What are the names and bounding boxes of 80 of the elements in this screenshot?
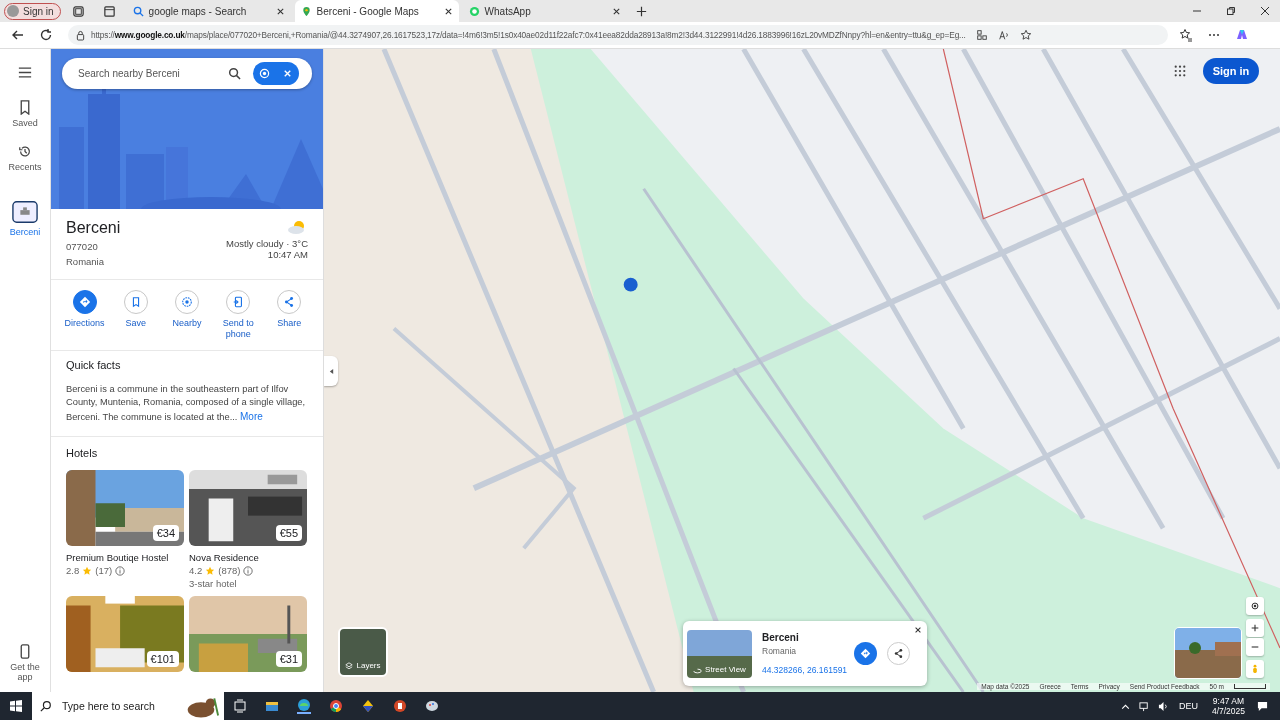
taskbar-search-box[interactable]: Type here to search (32, 692, 224, 720)
search-icon (40, 700, 52, 712)
phone-icon (18, 644, 32, 659)
paint-icon[interactable] (425, 699, 439, 713)
chat-icon (468, 5, 480, 17)
network-icon[interactable] (1138, 700, 1150, 712)
sidebar-item[interactable]: Recents (8, 144, 42, 172)
task-view-icon[interactable] (233, 699, 247, 713)
favorites-icon[interactable] (1179, 28, 1193, 42)
country: Romania (66, 256, 106, 267)
chrome-icon[interactable] (329, 699, 343, 713)
close-icon[interactable] (275, 6, 285, 16)
more-link[interactable]: More (240, 410, 263, 422)
price-badge: €31 (275, 651, 302, 668)
diamond-app-icon[interactable] (361, 699, 375, 713)
rating-value: 2.8 (66, 565, 80, 577)
restore-icon[interactable] (1226, 6, 1236, 16)
workspaces-icon[interactable] (71, 4, 85, 18)
share-icon (283, 296, 296, 308)
profile-button[interactable]: Sign in (4, 2, 61, 20)
copilot-icon[interactable] (1235, 28, 1249, 42)
close-icon[interactable] (443, 6, 453, 16)
section-heading: Quick facts (66, 358, 122, 371)
local-time: 10:47 AM (267, 249, 308, 260)
clock[interactable]: 9:47 AM 4/7/2025 (1211, 696, 1245, 716)
star-icon (82, 565, 93, 576)
back-icon[interactable] (11, 28, 25, 42)
hotel-name[interactable]: Nova Residence (189, 552, 307, 564)
weather-text: Mostly cloudy · 3°C (226, 238, 308, 249)
folder-icon[interactable] (265, 699, 279, 713)
powerpoint-icon[interactable] (393, 699, 407, 713)
sidebar-item[interactable]: Berceni (9, 188, 41, 237)
history-icon (18, 144, 32, 159)
star-icon[interactable] (1019, 29, 1032, 41)
info-icon[interactable] (115, 565, 126, 576)
close-icon[interactable] (611, 6, 621, 16)
notification-icon[interactable] (1257, 700, 1268, 712)
hotel-name[interactable]: Premium Boutiqe Hostel (66, 552, 184, 564)
rating-value: 4.2 (189, 565, 203, 577)
tab-actions-icon[interactable] (102, 4, 116, 18)
new-tab-icon[interactable] (634, 4, 648, 18)
nearby-button[interactable]: Nearby (163, 290, 210, 340)
map-pin-icon (300, 5, 312, 17)
lock-icon (76, 29, 85, 41)
share-button[interactable]: Share (266, 290, 313, 340)
close-icon[interactable] (1260, 6, 1270, 16)
browser-tab[interactable]: WhatsApp (462, 0, 627, 22)
browser-icon[interactable] (297, 698, 311, 714)
directions-icon (78, 296, 91, 308)
get-app-link[interactable]: Get the app (5, 644, 45, 682)
send-to-phone-icon (232, 296, 245, 308)
info-icon[interactable] (243, 565, 254, 576)
directions-button[interactable]: Directions (61, 290, 108, 340)
browser-tab[interactable]: google maps - Search (126, 0, 291, 22)
price-badge: €55 (275, 525, 302, 542)
read-aloud-icon[interactable] (997, 29, 1010, 41)
sidebar-item[interactable]: Saved (12, 100, 38, 128)
menu-icon[interactable] (18, 67, 32, 78)
save-button[interactable]: Save (112, 290, 159, 340)
price-badge: €34 (152, 525, 179, 542)
browser-tab[interactable]: Berceni - Google Maps (294, 0, 459, 22)
address-bar[interactable]: https://www.google.co.uk/maps/place/077020+Berceni,+Romania/@44.3274907,26.1617523,17z/data=!4m6!3m5!1s0x40ae02d11f22afc7:0x41eea82dda28913a!8m2!3d44.3122991!4d26.1883996!16zL20vMDZfNnpy?hl=en&entry=ttu&g_ep=Eg... (68, 25, 1168, 45)
volume-icon[interactable] (1157, 700, 1169, 712)
star-icon (205, 565, 216, 576)
nearby-icon (180, 296, 193, 308)
review-count: (878) (218, 565, 241, 577)
description-text: Berceni is a commune in the southeastern part of Ilfov County, Muntenia, Romania, composed of a single village, Berceni. The commune is located at the... More (66, 382, 307, 424)
refresh-icon[interactable] (39, 28, 53, 42)
hotel-class: 3-star hotel (189, 578, 238, 590)
bookmark-icon (18, 100, 32, 115)
phone-button[interactable]: Send to phone (215, 290, 262, 340)
price-badge: €101 (146, 651, 179, 668)
place-thumbnail-icon (12, 200, 38, 224)
language-indicator[interactable]: DEU (1178, 701, 1198, 711)
search-icon (132, 5, 144, 17)
section-heading: Hotels (66, 447, 99, 460)
postcode: 077020 (66, 241, 99, 252)
start-icon[interactable] (9, 699, 23, 713)
place-name: Berceni (66, 219, 121, 237)
review-count: (17) (95, 565, 113, 577)
